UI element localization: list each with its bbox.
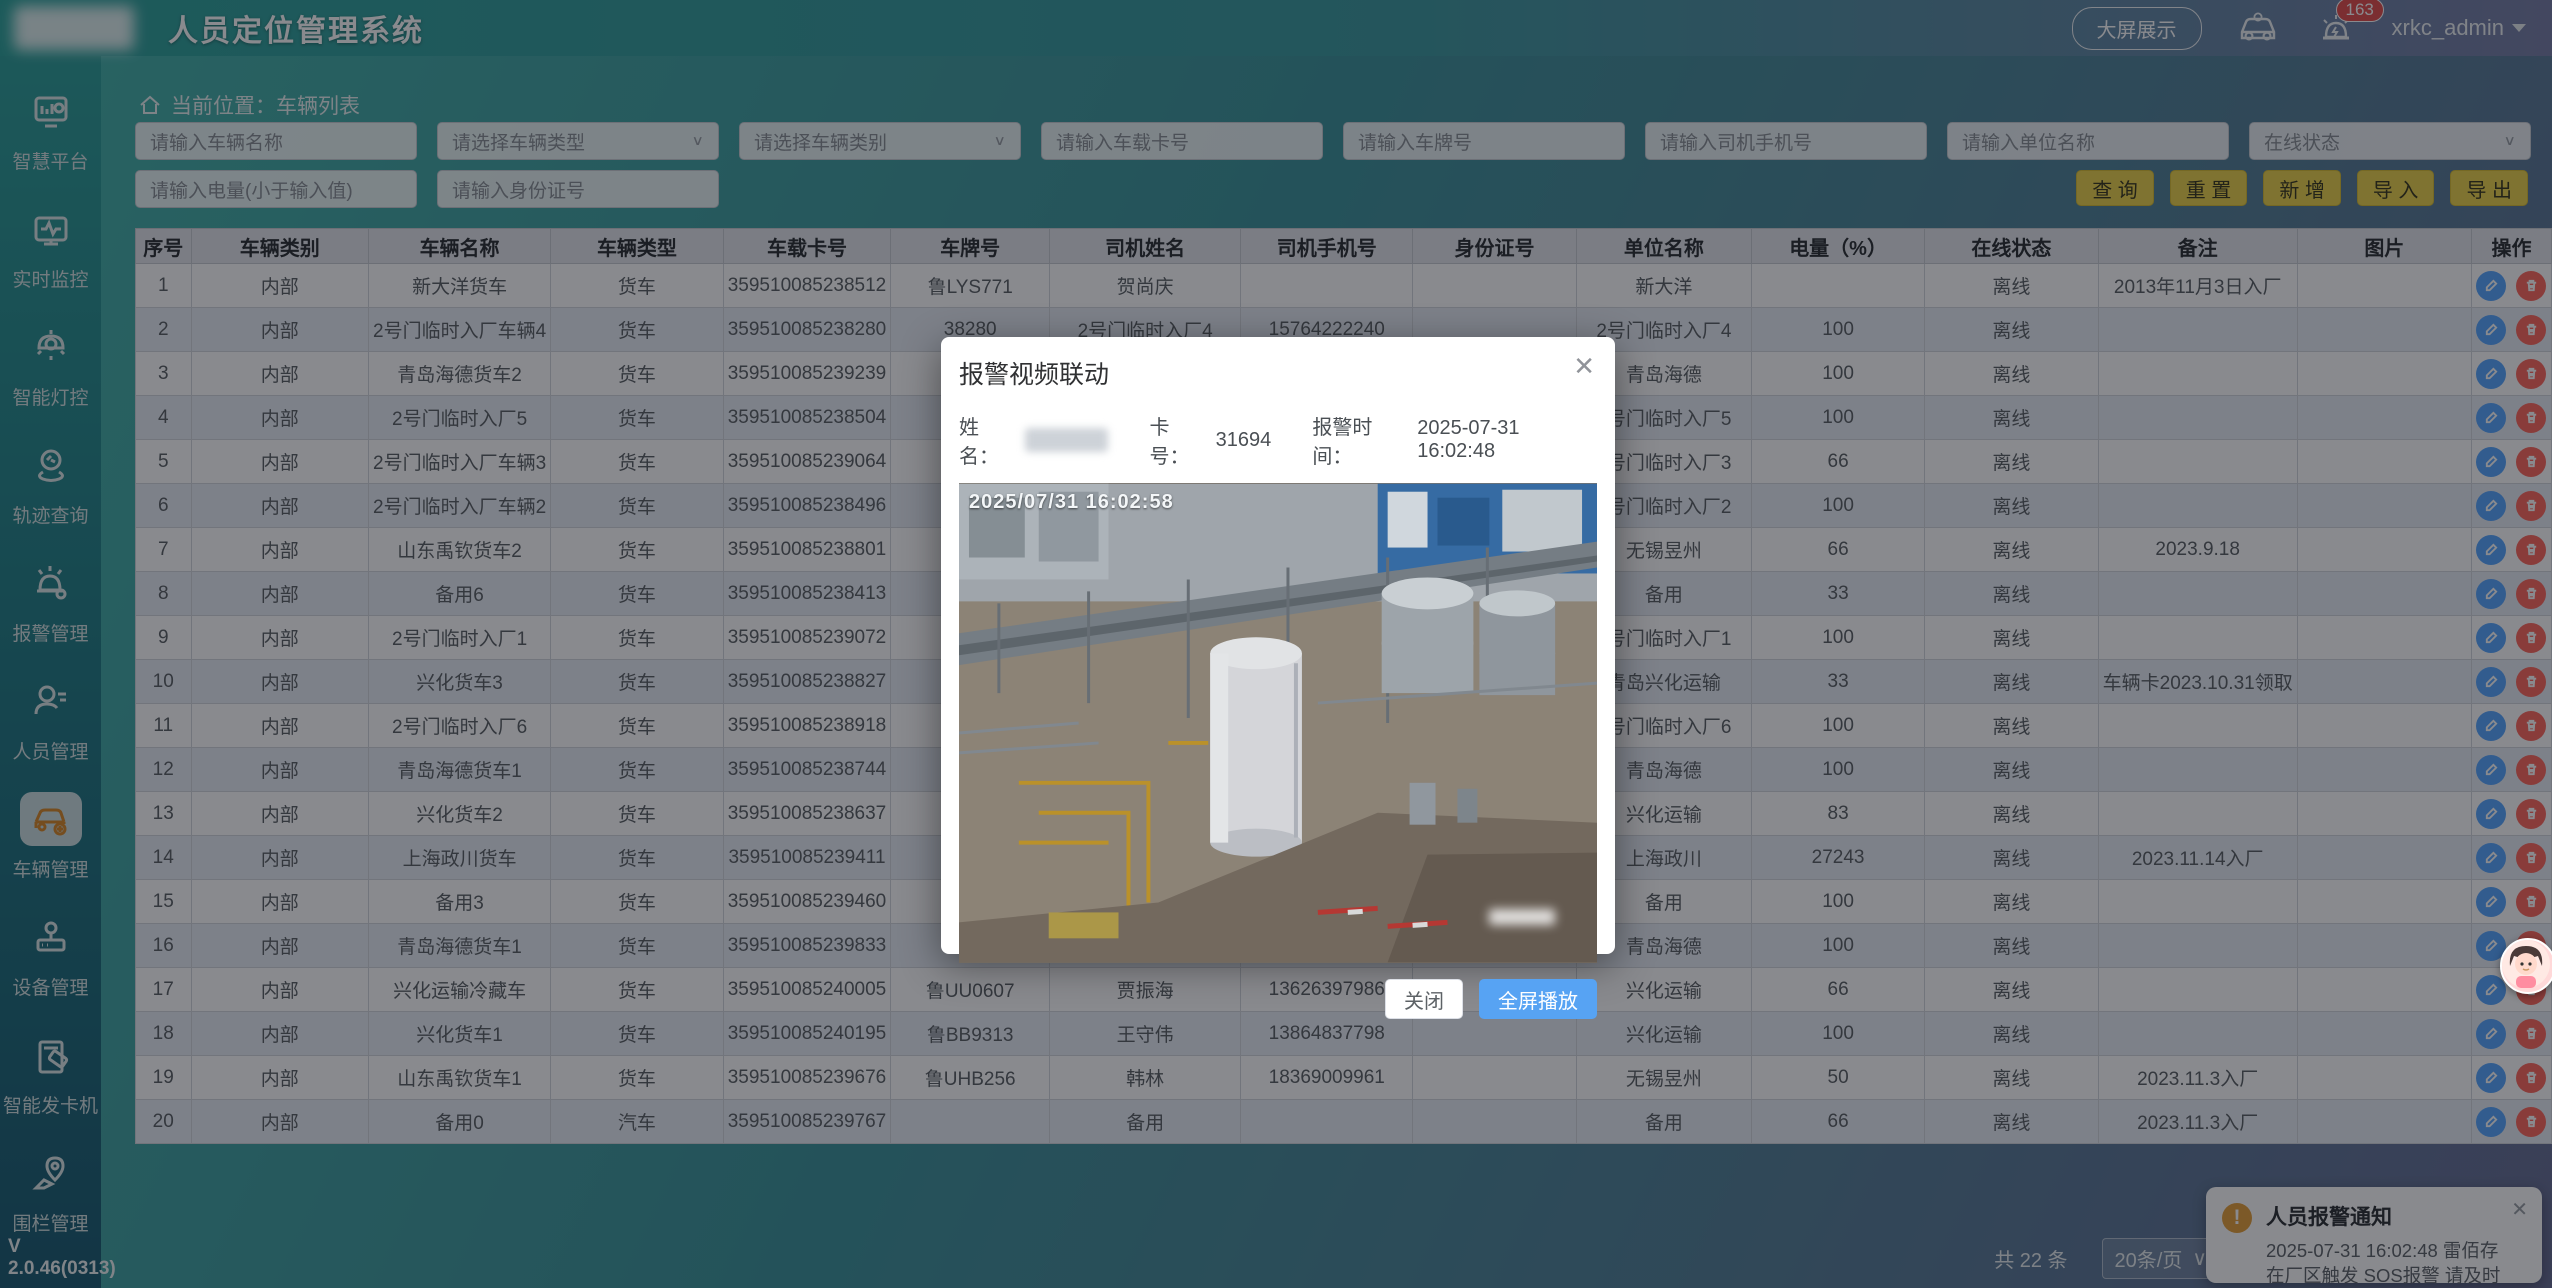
cctv-video-frame[interactable]: 2025/07/31 16:02:58 <box>959 483 1597 963</box>
card-number: 31694 <box>1216 429 1272 452</box>
card-label: 卡号： <box>1150 411 1208 469</box>
alarm-video-modal: 报警视频联动 ✕ 姓名： 卡号： 31694 报警时间： 2025-07-31 … <box>941 337 1615 954</box>
app-root: 人员定位管理系统 大屏展示 163 xrkc_admin 智慧平台实时监控智能灯… <box>0 0 2552 1288</box>
blurred-person-name <box>1025 428 1108 452</box>
blurred-watermark <box>1489 909 1555 925</box>
plant-aerial-scene <box>959 483 1597 963</box>
alarm-info-line: 姓名： 卡号： 31694 报警时间： 2025-07-31 16:02:48 <box>959 411 1597 469</box>
alarm-time-value: 2025-07-31 16:02:48 <box>1417 417 1597 463</box>
close-icon[interactable]: ✕ <box>1573 353 1595 379</box>
assistant-avatar[interactable] <box>2500 938 2552 994</box>
close-button[interactable]: 关闭 <box>1385 979 1463 1019</box>
modal-title: 报警视频联动 <box>959 355 1597 391</box>
alarm-time-label: 报警时间： <box>1312 411 1409 469</box>
video-timestamp: 2025/07/31 16:02:58 <box>969 491 1174 514</box>
modal-footer: 关闭 全屏播放 <box>959 979 1597 1019</box>
name-label: 姓名： <box>959 411 1017 469</box>
fullscreen-play-button[interactable]: 全屏播放 <box>1479 979 1597 1019</box>
